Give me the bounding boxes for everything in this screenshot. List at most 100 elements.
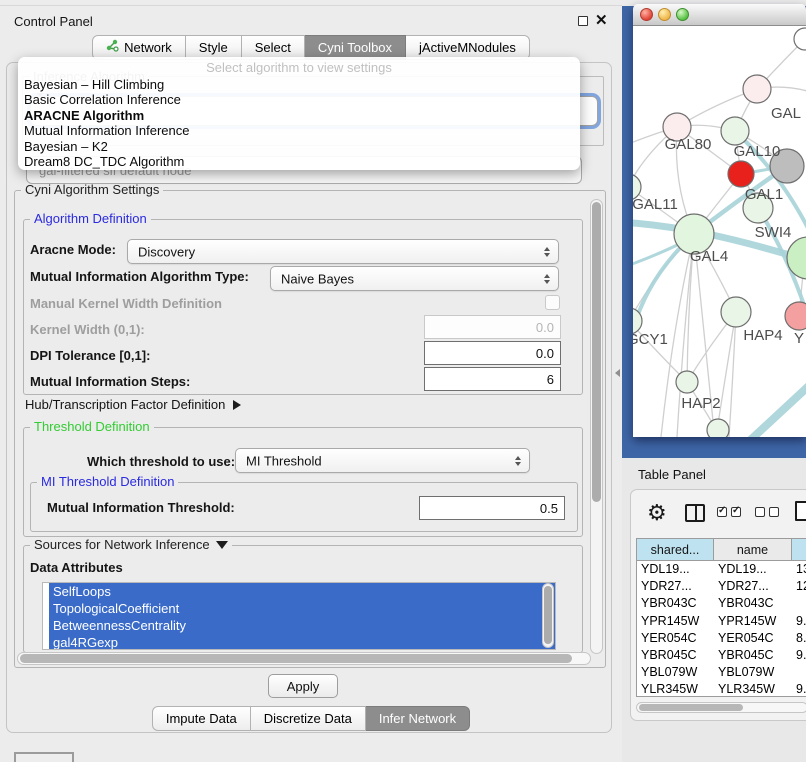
table-cell: 9. [792,613,806,630]
table-row[interactable]: YBL079WYBL079W [637,664,806,681]
scrollbar-thumb[interactable] [544,586,552,644]
checked-box-icon [731,507,741,517]
hub-definition-expander[interactable]: Hub/Transcription Factor Definition [25,397,241,412]
algorithm-option-basic-correlation-inference[interactable]: Basic Correlation Inference [18,92,580,107]
table-cell: 13 [792,561,806,578]
control-panel-titlebar: Control Panel ✕ [0,5,622,33]
column-header-name[interactable]: name [714,539,792,561]
attribute-list-scrollbar[interactable] [542,583,554,648]
close-button[interactable] [640,8,653,21]
network-node-y[interactable] [785,302,806,330]
table-horizontal-scrollbar[interactable] [636,702,806,713]
tab-impute-data[interactable]: Impute Data [152,706,251,731]
expand-right-icon [233,400,241,410]
settings-horizontal-scrollbar[interactable] [17,652,591,665]
network-node-label: SWI4 [755,224,792,241]
table-cell: 9. [792,647,806,664]
algorithm-definition-group: Algorithm Definition Aracne Mode: Discov… [23,219,583,395]
scrollbar-thumb[interactable] [639,704,743,711]
network-node-gal1[interactable] [728,161,754,187]
tab-infer-network[interactable]: Infer Network [366,706,470,731]
attribute-item-gal4rgexp[interactable]: gal4RGexp [49,634,555,650]
attribute-item-selfloops[interactable]: SelfLoops [49,583,555,600]
network-node-gal10[interactable] [721,117,749,145]
zoom-button[interactable] [676,8,689,21]
network-window-titlebar[interactable] [633,4,806,26]
algorithm-option-bayesian-hill-climbing[interactable]: Bayesian – Hill Climbing [18,77,580,92]
network-node-label: GAL10 [734,143,781,160]
aracne-mode-combo[interactable]: Discovery [127,239,559,264]
which-threshold-combo[interactable]: MI Threshold [235,448,530,473]
data-attributes-list[interactable]: SelfLoopsTopologicalCoefficientBetweenne… [42,582,556,650]
deselect-all-icon[interactable] [755,507,779,517]
algorithm-dropdown-popup: Select algorithm to view settings Bayesi… [18,57,580,170]
tab-label: Impute Data [166,707,237,731]
network-node[interactable] [707,419,729,437]
scrollbar-thumb[interactable] [592,202,601,502]
attribute-item-betweennesscentrality[interactable]: BetweennessCentrality [49,617,555,634]
network-node[interactable] [794,28,806,50]
mi-type-combo[interactable]: Naive Bayes [270,266,559,291]
kernel-width-field[interactable]: 0.0 [424,315,561,339]
table-row[interactable]: YBR045CYBR045C9. [637,647,806,664]
collapse-down-icon[interactable] [216,541,228,549]
mi-steps-field[interactable]: 6 [424,367,561,391]
kernel-width-label: Kernel Width (0,1): [30,322,145,337]
unchecked-box-icon [769,507,779,517]
tab-discretize-data[interactable]: Discretize Data [251,706,366,731]
scrollbar-thumb[interactable] [20,654,572,663]
kernel-width-value: 0.0 [536,320,554,335]
minimized-panel-icon[interactable] [14,752,74,762]
attribute-item-topologicalcoefficient[interactable]: TopologicalCoefficient [49,600,555,617]
table-cell: YER054C [637,630,714,647]
column-layout-icon[interactable] [685,504,705,522]
mi-threshold-group-title: MI Threshold Definition [37,474,178,489]
algorithm-option-dream8-dc-tdc-algorithm[interactable]: Dream8 DC_TDC Algorithm [18,154,580,169]
splitter-collapse-icon[interactable] [615,369,620,377]
close-icon[interactable]: ✕ [595,11,608,29]
manual-kernel-checkbox[interactable] [545,295,560,310]
column-header-2[interactable] [792,539,806,561]
table-row[interactable]: YDR27...YDR27...12 [637,578,806,595]
table-cell: 12 [792,578,806,595]
network-icon [106,36,119,60]
table-panel-title: Table Panel [638,467,706,482]
cyni-algorithm-settings-group: Cyni Algorithm Settings Algorithm Defini… [14,190,606,668]
combo-arrows-icon [544,274,550,284]
apply-button[interactable]: Apply [268,674,338,698]
network-node-hap4[interactable] [721,297,751,327]
new-table-icon[interactable] [795,501,806,521]
minimize-button[interactable] [658,8,671,21]
table-row[interactable]: YLR345WYLR345W9. [637,681,806,697]
table-cell: YDR27... [714,578,792,595]
select-all-icon[interactable] [717,507,741,517]
table-row[interactable]: YER054CYER054C8. [637,630,806,647]
table-cell: YDR27... [637,578,714,595]
algorithm-option-aracne-algorithm[interactable]: ARACNE Algorithm [18,108,580,123]
combo-arrows-icon [515,456,521,466]
table-cell: YDL19... [714,561,792,578]
network-node-gal[interactable] [743,75,771,103]
network-node-label: GAL1 [745,186,783,203]
algorithm-option-mutual-information-inference[interactable]: Mutual Information Inference [18,123,580,138]
tab-label: Discretize Data [264,707,352,731]
network-graph: GALGAL80GAL10GAL1GAL11SWI4GAL4GCY1HAP4YH… [633,26,806,437]
table-row[interactable]: YPR145WYPR145W9. [637,613,806,630]
float-icon[interactable] [578,16,588,26]
network-node-label: Y [794,330,804,347]
network-view-window[interactable]: GALGAL80GAL10GAL1GAL11SWI4GAL4GCY1HAP4YH… [633,4,806,437]
network-canvas[interactable]: GALGAL80GAL10GAL1GAL11SWI4GAL4GCY1HAP4YH… [633,26,806,437]
algorithm-option-bayesian-k2[interactable]: Bayesian – K2 [18,139,580,154]
table-row[interactable]: YBR043CYBR043C [637,595,806,612]
settings-vertical-scrollbar[interactable] [590,199,603,654]
tab-label: Select [255,36,291,60]
table-row[interactable]: YDL19...YDL19...13 [637,561,806,578]
mi-threshold-field[interactable]: 0.5 [419,496,565,520]
dpi-tolerance-field[interactable]: 0.0 [424,341,561,365]
threshold-definition-title: Threshold Definition [30,419,154,434]
network-node-hap2[interactable] [676,371,698,393]
settings-gear-icon[interactable]: ⚙ [647,500,667,526]
column-header-shared-[interactable]: shared... [637,539,714,561]
control-panel-title: Control Panel [14,14,93,29]
tab-label: Cyni Toolbox [318,36,392,60]
